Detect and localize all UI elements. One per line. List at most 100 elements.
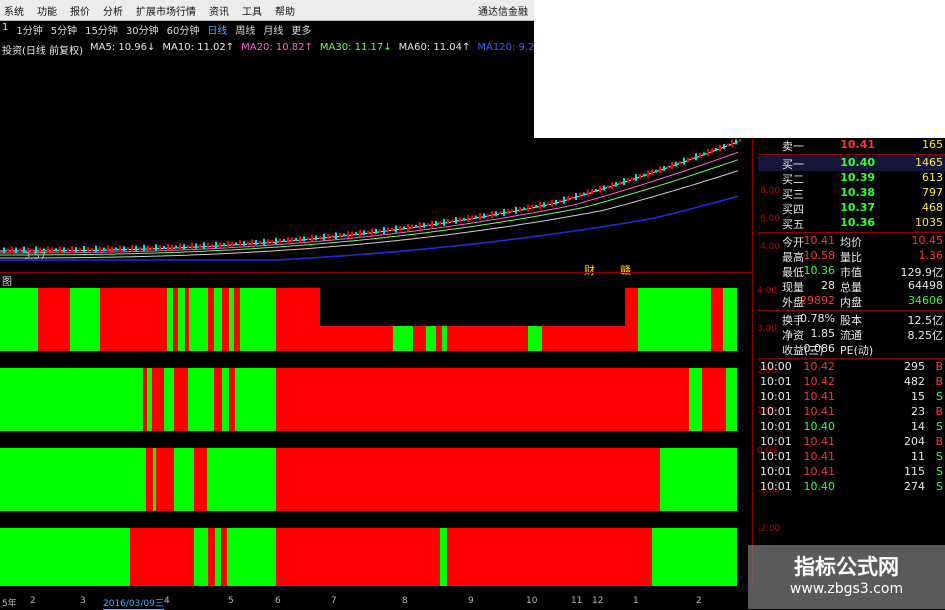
candle <box>179 243 181 251</box>
cell: 29892 <box>800 294 835 307</box>
candle <box>655 169 657 173</box>
cell: PE(动) <box>840 344 874 357</box>
candle <box>103 247 105 251</box>
candle <box>223 243 225 247</box>
tick-side: S <box>936 465 943 478</box>
candle <box>627 177 629 183</box>
order-price: 10.41 <box>840 138 875 151</box>
candle <box>487 213 489 217</box>
timeline-label-10: 10 <box>526 596 538 606</box>
candle <box>339 232 341 238</box>
tick-price: 10.42 <box>803 360 836 373</box>
order-label: 买一 <box>782 158 804 171</box>
period-tab-1[interactable]: 5分钟 <box>51 22 77 38</box>
candle <box>195 243 197 249</box>
signal-bar-row3-seg2 <box>194 528 208 586</box>
period-tab-3[interactable]: 30分钟 <box>126 22 159 38</box>
candle <box>511 209 513 213</box>
signal-bar-row1-seg14 <box>726 368 737 431</box>
candle <box>535 204 537 208</box>
candle <box>295 238 297 241</box>
candle <box>563 196 565 204</box>
menu-item-4[interactable]: 扩展市场行情 <box>136 3 196 18</box>
candle <box>163 246 165 249</box>
menu-item-2[interactable]: 报价 <box>70 3 90 18</box>
stat-row-1: 最高 10.58 量比 1.36 <box>758 249 945 264</box>
candle <box>187 245 189 248</box>
period-tab-5[interactable]: 日线 <box>207 22 227 38</box>
signal-bar-row3-seg3 <box>208 528 215 586</box>
event-label-finance[interactable]: 财 <box>584 262 595 278</box>
candle <box>19 248 21 252</box>
ma-indicator-bar: 投资(日线 前复权) MA5: 10.96↓ MA10: 11.02↑ MA20: … <box>0 42 549 58</box>
period-tab-0[interactable]: 1分钟 <box>16 22 42 38</box>
menu-item-5[interactable]: 资讯 <box>209 3 229 18</box>
signal-bar-row0-seg6 <box>173 288 178 351</box>
candle <box>271 240 273 243</box>
tick-time: 10:01 <box>760 405 792 418</box>
signal-bar-row2-seg7 <box>237 448 276 511</box>
tick-row-1: 10:01 10.42 482 B <box>758 375 945 390</box>
timeline-label-6: 6 <box>275 596 281 606</box>
candle <box>99 246 101 252</box>
signal-bar-row0-seg28 <box>711 288 723 351</box>
ma-line-4 <box>0 141 739 252</box>
timeline-label-12: 12 <box>592 596 604 606</box>
signal-bar-row3-seg9 <box>447 528 652 586</box>
signal-bar-row1-seg10 <box>235 368 276 431</box>
candle <box>719 144 721 152</box>
candle <box>131 245 133 252</box>
candle <box>83 246 85 253</box>
candle <box>507 209 509 215</box>
candle <box>455 216 457 224</box>
quote-divider <box>758 154 945 155</box>
candle <box>431 220 433 228</box>
candle <box>267 239 269 245</box>
menu-item-0[interactable]: 系统 <box>4 3 24 18</box>
candle <box>583 192 585 196</box>
price-chart[interactable] <box>0 138 758 262</box>
candle <box>631 177 633 181</box>
period-tab-4[interactable]: 60分钟 <box>167 22 200 38</box>
period-tab-7[interactable]: 月线 <box>263 22 283 38</box>
menu-item-1[interactable]: 功能 <box>37 3 57 18</box>
candle <box>211 243 213 247</box>
candle <box>527 204 529 212</box>
signal-bars-panel[interactable] <box>0 286 740 586</box>
candle <box>191 242 193 250</box>
stat-row-3: 现量 28 总量 64498 <box>758 279 945 294</box>
menu-item-7[interactable]: 帮助 <box>275 3 295 18</box>
cell: 1.36 <box>918 249 944 262</box>
event-label-other[interactable]: 赣 <box>620 262 631 278</box>
tick-price: 10.41 <box>803 390 836 403</box>
candle <box>443 218 445 226</box>
low-price-label: 3.57 <box>24 251 47 262</box>
menu-item-6[interactable]: 工具 <box>242 3 262 18</box>
ma-label-0: MA5: 10.96↓ <box>89 42 156 53</box>
tick-row-6: 10:01 10.41 11 S <box>758 450 945 465</box>
signal-bar-row0-seg29 <box>723 288 726 351</box>
finance-row-1: 净资 1.85 流通 8.25亿 <box>758 327 945 342</box>
candle <box>495 211 497 217</box>
candle <box>279 238 281 244</box>
candle <box>587 189 589 197</box>
menu-item-3[interactable]: 分析 <box>103 3 123 18</box>
period-tab-6[interactable]: 周线 <box>235 22 255 38</box>
signal-bar-row0-seg5 <box>167 288 173 351</box>
order-label: 买四 <box>782 203 804 216</box>
candle <box>467 215 469 222</box>
candle <box>63 247 65 253</box>
candle <box>395 225 397 233</box>
signal-bar-row1-seg5 <box>174 368 188 431</box>
candle <box>359 229 361 237</box>
tick-time: 10:01 <box>760 435 792 448</box>
cell: 均价 <box>840 236 862 249</box>
candle <box>715 148 717 151</box>
candle <box>47 246 49 254</box>
period-tab-2[interactable]: 15分钟 <box>85 22 118 38</box>
candle <box>351 231 353 237</box>
signal-bar-row0-seg16 <box>276 288 320 351</box>
cell: 10.58 <box>803 249 836 262</box>
period-tab-8[interactable]: 更多 <box>291 22 311 38</box>
signal-bar-row0-seg30 <box>726 288 737 351</box>
